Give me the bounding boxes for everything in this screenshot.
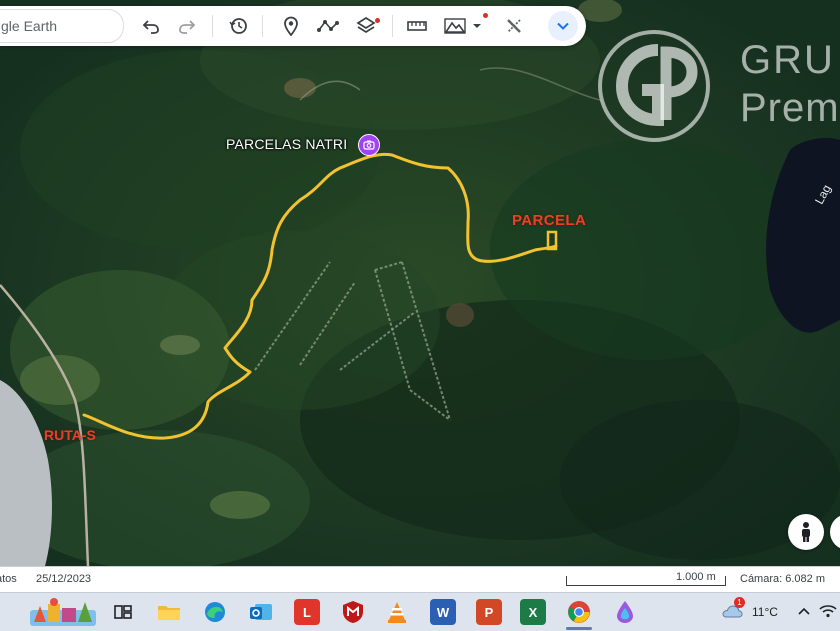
chevron-up-icon[interactable] — [794, 601, 814, 621]
copilot-icon[interactable] — [612, 599, 638, 625]
wifi-icon[interactable] — [818, 601, 838, 621]
layers-icon[interactable] — [355, 15, 377, 37]
collapse-chevron-icon — [557, 22, 569, 30]
layers-notification-dot — [375, 18, 380, 23]
search-text: gle Earth — [1, 18, 58, 34]
map-style-notification-dot — [483, 13, 488, 18]
parcela-label: PARCELA — [512, 212, 587, 229]
camera-marker-icon[interactable] — [358, 134, 380, 156]
measure-icon[interactable] — [406, 15, 428, 37]
windows-taskbar: L W P X 1 11°C — [0, 592, 840, 631]
scale-label: 1.000 m — [676, 571, 716, 583]
search-field[interactable]: gle Earth — [0, 9, 124, 43]
task-view-icon[interactable] — [110, 599, 136, 625]
app-l-icon[interactable]: L — [294, 599, 320, 625]
vlc-icon[interactable] — [384, 599, 410, 625]
camera-altitude: Cámara: 6.082 m — [740, 573, 825, 585]
outlook-icon[interactable] — [248, 599, 274, 625]
word-letter: W — [436, 604, 450, 620]
mcafee-icon[interactable] — [340, 599, 366, 625]
chrome-icon[interactable] — [566, 599, 592, 625]
weather-alert-badge: 1 — [734, 597, 745, 608]
watermark-logo-icon — [596, 28, 716, 151]
history-icon[interactable] — [228, 15, 250, 37]
ruta-label: RUTA-S — [44, 427, 96, 443]
tools-icon[interactable] — [503, 15, 525, 37]
watermark-text-line2: Prem — [740, 86, 840, 130]
toolbar-divider — [392, 15, 393, 37]
toolbar-divider — [262, 15, 263, 37]
data-attribution[interactable]: atos — [0, 573, 17, 585]
redo-icon[interactable] — [176, 15, 198, 37]
undo-icon[interactable] — [140, 15, 162, 37]
excel-letter: X — [528, 604, 538, 620]
temperature-label: 11°C — [752, 605, 778, 619]
file-explorer-icon[interactable] — [156, 599, 182, 625]
edge-icon[interactable] — [202, 599, 228, 625]
widgets-icon[interactable] — [30, 596, 96, 626]
chevron-down-icon[interactable] — [466, 15, 488, 37]
place-marker-icon[interactable] — [280, 15, 302, 37]
map-style-icon[interactable] — [444, 15, 466, 37]
watermark-text-line1: GRU — [740, 38, 835, 82]
path-icon[interactable] — [317, 15, 339, 37]
place-label: PARCELAS NATRI — [226, 136, 348, 152]
word-icon[interactable]: W — [430, 599, 456, 625]
excel-icon[interactable]: X — [520, 599, 546, 625]
map-status-bar: atos 25/12/2023 1.000 m Cámara: 6.082 m — [0, 566, 840, 593]
app-l-letter: L — [303, 604, 311, 620]
collapse-toolbar-button[interactable] — [548, 11, 578, 41]
powerpoint-icon[interactable]: P — [476, 599, 502, 625]
earth-toolbar: gle Earth — [0, 6, 586, 46]
street-view-pegman-icon[interactable] — [788, 514, 824, 550]
imagery-date: 25/12/2023 — [36, 573, 92, 585]
powerpoint-letter: P — [484, 604, 494, 620]
toolbar-divider — [212, 15, 213, 37]
